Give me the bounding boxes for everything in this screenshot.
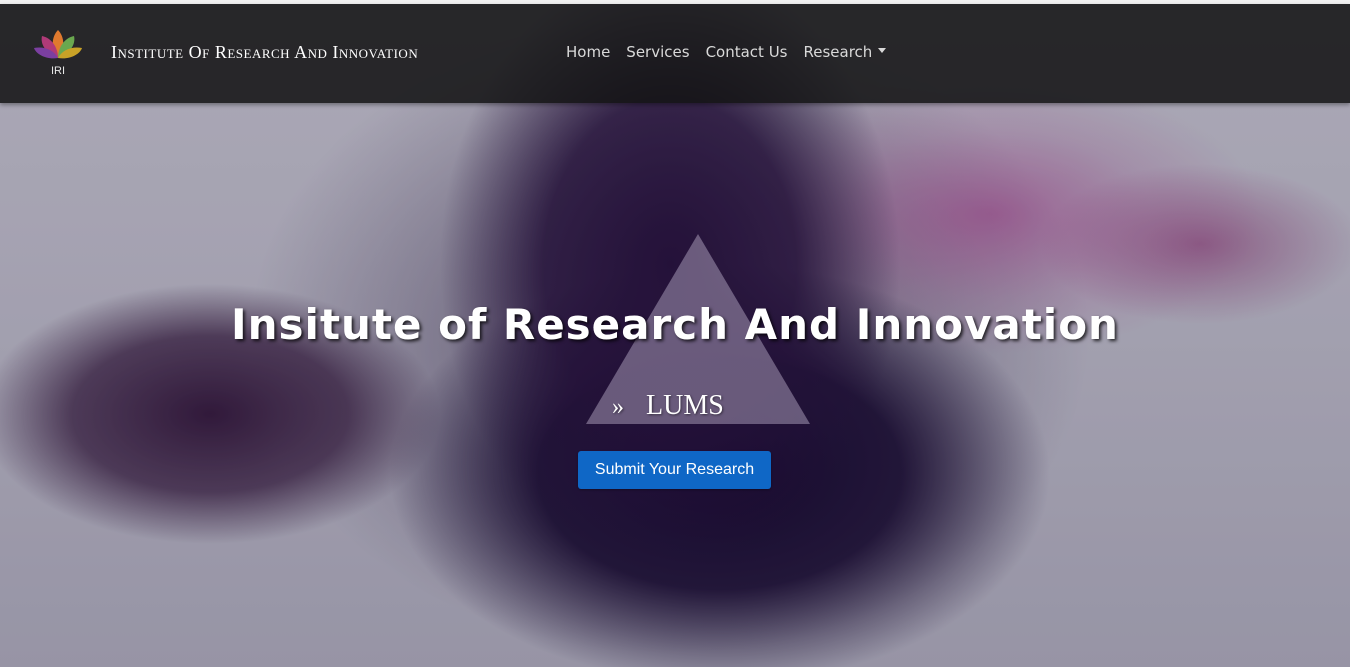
hero-subtitle-text: LUMS [646, 390, 724, 421]
nav-menu: Home Services Contact Us Research [566, 43, 902, 61]
lotus-logo-icon[interactable]: IRI [32, 28, 88, 80]
page: IRI Institute Of Research And Innovation… [0, 0, 1350, 667]
nav-research-label: Research [803, 43, 873, 61]
nav-contact-us[interactable]: Contact Us [706, 43, 788, 61]
nav-research-dropdown[interactable]: Research [803, 43, 887, 61]
hero-title: Insitute of Research And Innovation [231, 300, 1119, 349]
hero-subtitle: » LUMS [612, 390, 724, 422]
double-chevron-icon: » [612, 394, 624, 420]
brand-title[interactable]: Institute Of Research And Innovation [111, 42, 418, 63]
lotus-logo-graphic [34, 30, 82, 59]
logo-caption: IRI [50, 65, 66, 77]
nav-home[interactable]: Home [566, 43, 610, 61]
submit-research-button[interactable]: Submit Your Research [578, 451, 771, 489]
navbar: IRI Institute Of Research And Innovation… [0, 4, 1350, 103]
nav-services[interactable]: Services [626, 43, 689, 61]
caret-down-icon [878, 48, 887, 53]
